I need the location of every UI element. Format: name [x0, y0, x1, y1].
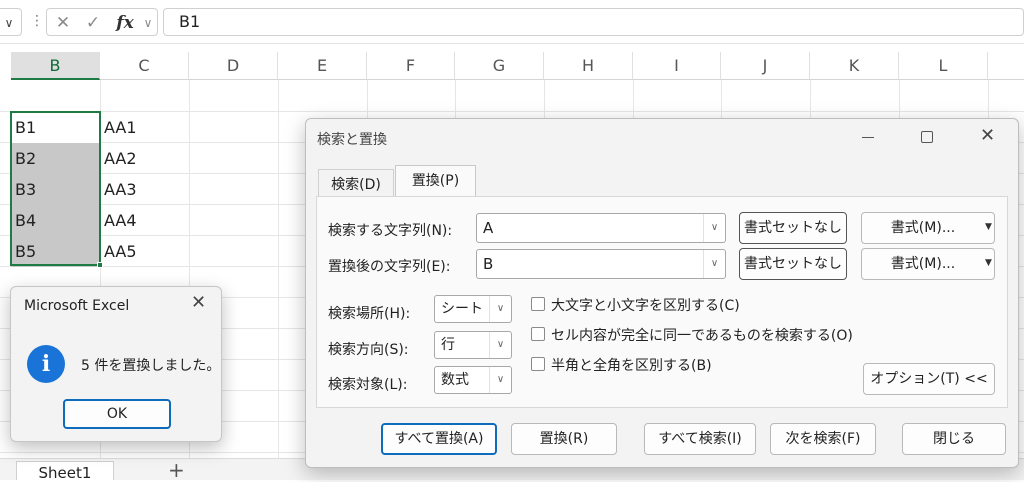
replace-all-button[interactable]: すべて置換(A) — [381, 423, 497, 455]
tab-replace[interactable]: 置換(P) — [395, 165, 476, 197]
toolbar-gap — [0, 44, 1024, 52]
maximize-icon[interactable] — [921, 131, 933, 143]
column-header-j[interactable]: J — [721, 52, 810, 80]
formula-input[interactable]: B1 — [163, 8, 1024, 36]
find-next-button[interactable]: 次を検索(F) — [770, 423, 876, 455]
within-select[interactable]: シート ∨ — [434, 295, 512, 323]
match-entire-label[interactable]: セル内容が完全に同一であるものを検索する(O) — [551, 325, 853, 345]
ok-button[interactable]: OK — [63, 399, 171, 429]
search-direction-label: 検索方向(S): — [328, 342, 409, 358]
column-header-l[interactable]: L — [899, 52, 988, 80]
formula-bar: ∨ ⋮ ✕ ✓ fx ∨ B1 — [0, 0, 1024, 44]
close-button[interactable]: 閉じる — [902, 423, 1006, 455]
find-all-button[interactable]: すべて検索(I) — [644, 423, 756, 455]
within-value[interactable]: シート — [435, 296, 483, 322]
add-sheet-icon[interactable]: + — [168, 460, 185, 480]
match-case-checkbox[interactable] — [531, 297, 545, 311]
format-unset-replace[interactable]: 書式セットなし — [739, 248, 847, 280]
find-label: 検索する文字列(N): — [328, 223, 453, 239]
column-header-d[interactable]: D — [189, 52, 278, 80]
chevron-down-icon[interactable]: ∨ — [703, 214, 725, 242]
look-in-select[interactable]: 数式 ∨ — [434, 366, 512, 394]
chevron-down-icon[interactable]: ∨ — [139, 9, 157, 37]
find-input-value[interactable]: A — [477, 214, 493, 242]
replace-input-value[interactable]: B — [477, 250, 493, 278]
formula-controls: ✕ ✓ fx ∨ — [46, 8, 158, 36]
column-header-i[interactable]: I — [633, 52, 721, 80]
caret-down-icon[interactable]: ▼ — [985, 258, 992, 268]
search-direction-value[interactable]: 行 — [435, 332, 455, 358]
column-header-h[interactable]: H — [544, 52, 633, 80]
look-in-value[interactable]: 数式 — [435, 367, 469, 393]
options-button[interactable]: オプション(T) << — [863, 363, 995, 395]
message-box-title: Microsoft Excel — [24, 298, 130, 314]
replace-button[interactable]: 置換(R) — [511, 423, 617, 455]
message-box: Microsoft Excel ✕ i 5 件を置換しました。 OK — [10, 286, 222, 442]
look-in-label: 検索対象(L): — [328, 377, 408, 393]
more-options-icon[interactable]: ⋮ — [30, 13, 44, 29]
gridline — [278, 80, 279, 480]
within-label: 検索場所(H): — [328, 306, 411, 322]
column-header-k[interactable]: K — [810, 52, 899, 80]
column-header-f[interactable]: F — [367, 52, 455, 80]
chevron-down-icon[interactable]: ∨ — [489, 367, 511, 393]
selection-border — [10, 111, 101, 266]
cell-c2[interactable]: AA2 — [100, 143, 189, 174]
name-box[interactable]: ∨ — [0, 8, 22, 36]
column-header-g[interactable]: G — [455, 52, 544, 80]
cell-c5[interactable]: AA5 — [100, 236, 189, 267]
close-icon[interactable]: ✕ — [980, 125, 995, 146]
insert-function-icon[interactable]: fx — [111, 9, 139, 37]
match-entire-checkbox[interactable] — [531, 327, 545, 341]
cancel-icon[interactable]: ✕ — [51, 9, 75, 37]
tab-find[interactable]: 検索(D) — [318, 169, 394, 198]
match-width-checkbox[interactable] — [531, 357, 545, 371]
sheet-tab-sheet1[interactable]: Sheet1 — [16, 461, 114, 480]
chevron-down-icon[interactable]: ∨ — [703, 250, 725, 278]
caret-down-icon[interactable]: ▼ — [985, 222, 992, 232]
column-header-e[interactable]: E — [278, 52, 367, 80]
format-unset-find[interactable]: 書式セットなし — [739, 212, 847, 244]
cell-c1[interactable]: AA1 — [100, 112, 189, 143]
chevron-down-icon[interactable]: ∨ — [489, 332, 511, 358]
close-icon[interactable]: ✕ — [191, 292, 206, 313]
match-case-label[interactable]: 大文字と小文字を区別する(C) — [551, 295, 740, 315]
replace-input[interactable]: B ∨ — [476, 249, 726, 279]
column-header-c[interactable]: C — [100, 52, 189, 80]
minimize-icon[interactable] — [862, 137, 874, 138]
match-width-label[interactable]: 半角と全角を区別する(B) — [551, 355, 712, 375]
info-icon: i — [27, 345, 65, 383]
format-find-button[interactable]: 書式(M)... — [861, 212, 995, 244]
find-input[interactable]: A ∨ — [476, 213, 726, 243]
chevron-down-icon[interactable]: ∨ — [0, 9, 21, 37]
replace-label: 置換後の文字列(E): — [328, 259, 451, 275]
column-header-m[interactable] — [988, 52, 1024, 80]
enter-icon[interactable]: ✓ — [81, 9, 105, 37]
fill-handle[interactable] — [97, 262, 103, 268]
search-direction-select[interactable]: 行 ∨ — [434, 331, 512, 359]
replace-panel: 検索する文字列(N): A ∨ 書式セットなし 書式(M)... ▼ 置換後の文… — [316, 196, 1008, 408]
cell-c4[interactable]: AA4 — [100, 205, 189, 236]
column-header-b[interactable]: B — [11, 52, 100, 80]
dialog-title: 検索と置換 — [317, 132, 387, 148]
chevron-down-icon[interactable]: ∨ — [489, 296, 511, 322]
format-replace-button[interactable]: 書式(M)... — [861, 248, 995, 280]
cell-c3[interactable]: AA3 — [100, 174, 189, 205]
find-replace-dialog: 検索と置換 ✕ 検索(D) 置換(P) 検索する文字列(N): A ∨ 書式セッ… — [305, 118, 1019, 468]
message-text: 5 件を置換しました。 — [81, 358, 221, 374]
